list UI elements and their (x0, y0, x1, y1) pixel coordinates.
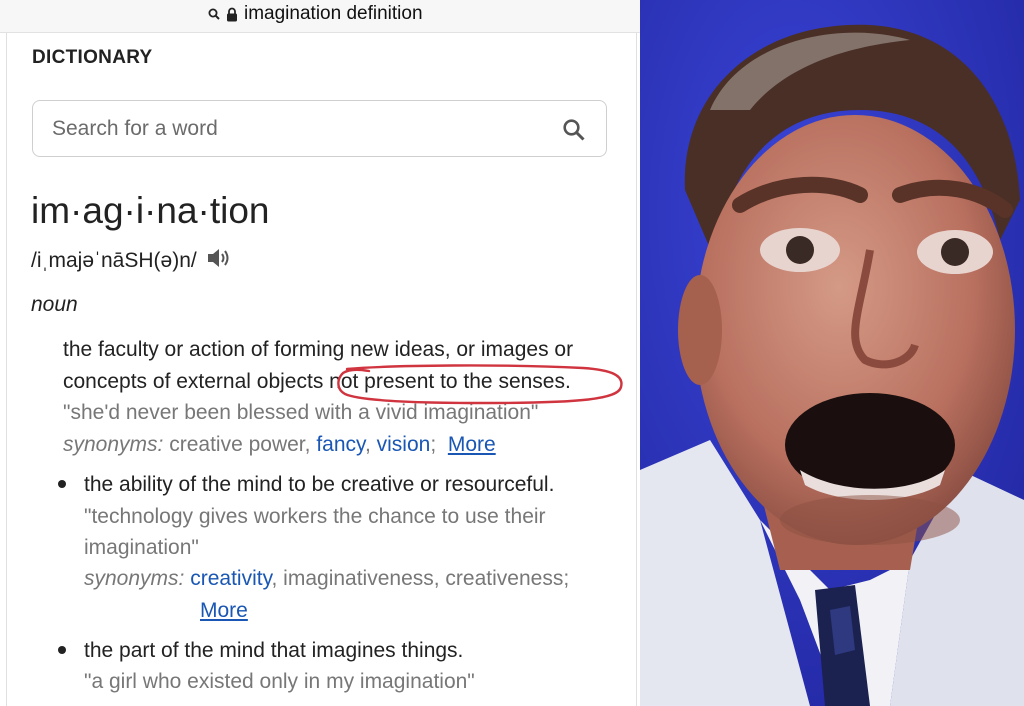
part-of-speech: noun (31, 293, 78, 316)
reaction-photo (640, 0, 1024, 706)
panel-border-left (6, 33, 7, 706)
pronunciation: /iˌmajəˈnāSH(ə)n/ (31, 246, 232, 276)
synonyms-2: synonyms: creativity, imaginativeness, c… (84, 567, 569, 591)
url-display[interactable]: imagination definition (208, 3, 423, 25)
example-2-line-1: "technology gives workers the chance to … (84, 505, 546, 528)
search-icon[interactable] (562, 118, 586, 147)
dictionary-heading: DICTIONARY (32, 47, 153, 68)
bullet (58, 646, 66, 654)
synonym-link-vision[interactable]: vision (377, 433, 431, 456)
search-input[interactable] (52, 115, 532, 143)
address-bar[interactable]: imagination definition (0, 0, 640, 33)
speaker-icon[interactable] (206, 246, 232, 276)
definition-1-line-2: concepts of external objects not present… (63, 370, 571, 394)
dictionary-panel: imagination definition DICTIONARY im·ag·… (0, 0, 640, 706)
circled-phrase: not present to the senses. (329, 370, 571, 393)
definition-1-line-1: the faculty or action of forming new ide… (63, 338, 574, 361)
synonym-plain: creative power, (169, 433, 311, 456)
definition-1-text: concepts of external objects (63, 370, 330, 393)
synonyms-label: synonyms: (84, 567, 185, 590)
lock-icon (226, 7, 238, 22)
synonym-link-fancy[interactable]: fancy (316, 433, 365, 456)
phonetic-text: /iˌmajəˈnāSH(ə)n/ (31, 249, 197, 272)
synonym-link-creativity[interactable]: creativity (190, 567, 271, 590)
url-text: imagination definition (244, 3, 423, 24)
example-1: "she'd never been blessed with a vivid i… (63, 401, 539, 424)
definition-3: the part of the mind that imagines thing… (84, 639, 464, 662)
bullet (58, 480, 66, 488)
panel-border-right (636, 33, 637, 706)
headword: im·ag·i·na·tion (31, 190, 270, 231)
search-icon (208, 8, 220, 20)
synonyms-1: synonyms: creative power, fancy, vision;… (63, 433, 496, 456)
definition-2: the ability of the mind to be creative o… (84, 473, 555, 496)
synonyms-label: synonyms: (63, 433, 164, 456)
synonym-rest: , imaginativeness, creativeness; (271, 567, 570, 590)
word-search-box[interactable] (32, 100, 607, 157)
shocked-man-image (640, 0, 1024, 706)
example-2-line-2: imagination" (84, 536, 199, 559)
more-link-1[interactable]: More (448, 433, 496, 456)
example-3: "a girl who existed only in my imaginati… (84, 670, 475, 693)
more-link-2[interactable]: More (200, 599, 248, 623)
